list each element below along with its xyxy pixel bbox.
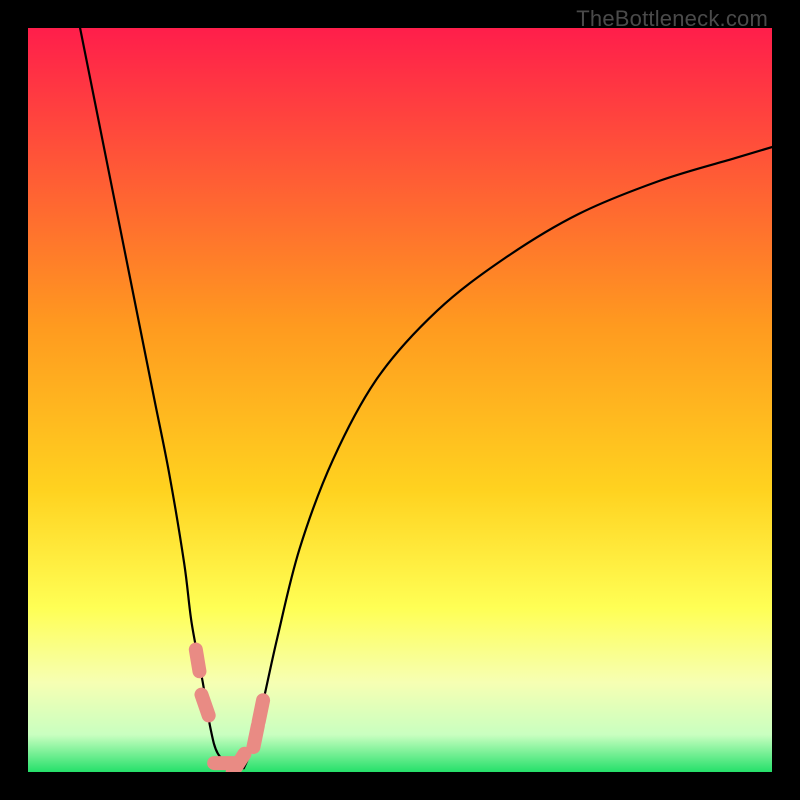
highlight-marker bbox=[196, 650, 200, 672]
gradient-background bbox=[28, 28, 772, 772]
highlight-marker bbox=[201, 695, 208, 716]
highlight-marker bbox=[259, 700, 263, 722]
chart-plot-area bbox=[28, 28, 772, 772]
chart-svg bbox=[28, 28, 772, 772]
highlight-marker bbox=[253, 726, 257, 748]
